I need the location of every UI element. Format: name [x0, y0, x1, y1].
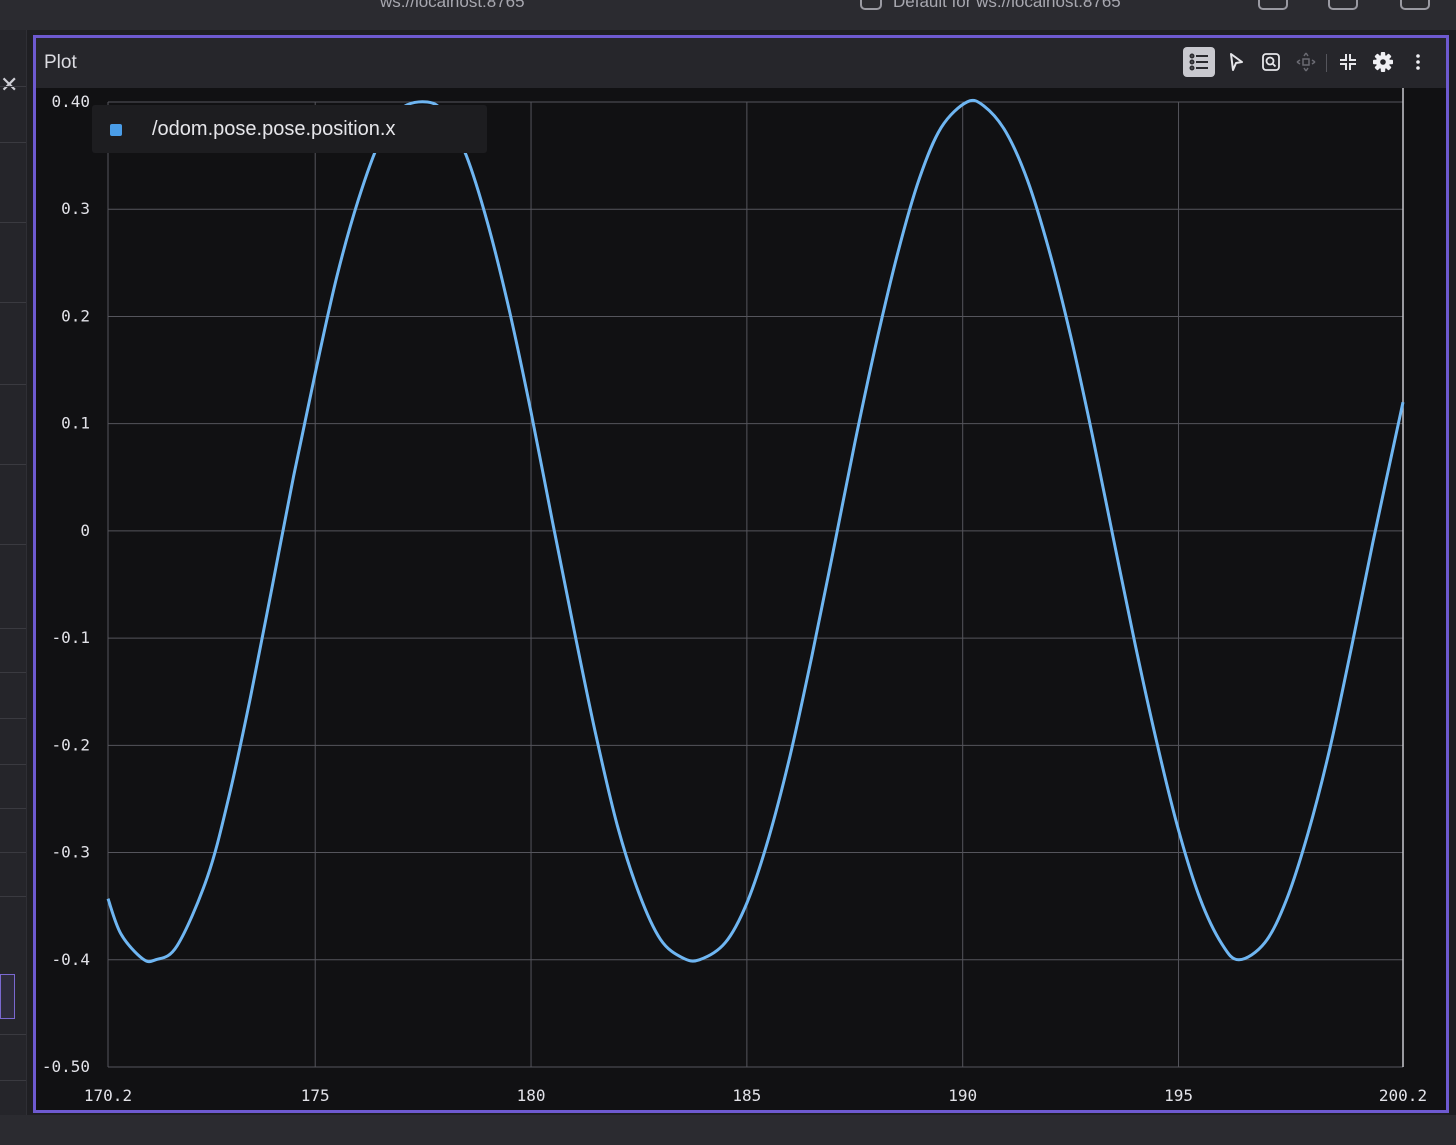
- plot-area[interactable]: 0.40 0.3 0.2 0.1 0 -0.1 -0.2 -0.3 -0.4 -0.50 170.2…: [36, 88, 1446, 1110]
- top-bar: ws://localhost:8765 Default for ws://loc…: [0, 0, 1456, 30]
- sidebar-divider: [0, 852, 26, 853]
- sidebar-divider: [0, 464, 26, 465]
- add-panel-icon[interactable]: [1258, 0, 1288, 10]
- sidebar-divider: [0, 222, 26, 223]
- panel-header: Plot: [36, 38, 1446, 88]
- y-tick-label: 0.3: [61, 199, 90, 218]
- connection-label[interactable]: ws://localhost:8765: [380, 0, 525, 12]
- sidebar-divider: [0, 718, 26, 719]
- y-tick-label: 0.2: [61, 306, 90, 325]
- y-tick-label: -0.3: [51, 843, 90, 862]
- move-icon: [1296, 52, 1316, 72]
- x-tick-label: 175: [301, 1086, 330, 1105]
- list-icon: [1189, 53, 1208, 71]
- more-options-button[interactable]: [1402, 47, 1434, 77]
- x-tick-label: 190: [948, 1086, 977, 1105]
- cursor-icon: [1230, 53, 1243, 71]
- sidebar-divider: [0, 544, 26, 545]
- x-tick-label: 200.2: [1379, 1086, 1427, 1105]
- y-tick-label: -0.50: [42, 1057, 90, 1076]
- collapse-icon: [1340, 54, 1356, 70]
- sidebar-divider: [0, 764, 26, 765]
- x-tick-label: 170.2: [84, 1086, 132, 1105]
- zoom-tool-button[interactable]: [1255, 47, 1287, 77]
- y-tick-label: 0.40: [51, 92, 90, 111]
- sidebar-selected-item[interactable]: [0, 974, 15, 1019]
- close-icon[interactable]: ✕: [0, 74, 18, 96]
- x-tick-label: 180: [517, 1086, 546, 1105]
- settings-button[interactable]: [1367, 47, 1399, 77]
- legend-label: /odom.pose.pose.position.x: [152, 118, 396, 140]
- sidebar-divider: [0, 1080, 26, 1081]
- y-tick-label: 0: [80, 521, 90, 540]
- collapse-button[interactable]: [1332, 47, 1364, 77]
- axis-ticks: 0.40 0.3 0.2 0.1 0 -0.1 -0.2 -0.3 -0.4 -0.50 170.2…: [42, 92, 1427, 1105]
- zoom-icon: [1262, 53, 1280, 71]
- panel-title: Plot: [44, 52, 77, 73]
- sidebar-divider: [0, 808, 26, 809]
- layout-icon: [860, 0, 882, 10]
- y-tick-label: -0.2: [51, 735, 90, 754]
- right-sidebar-toggle-icon[interactable]: [1400, 0, 1430, 10]
- sidebar-divider: [0, 384, 26, 385]
- toolbar-divider: [1326, 54, 1327, 72]
- legend-toggle-button[interactable]: [1183, 47, 1215, 77]
- sidebar-divider: [0, 1034, 26, 1035]
- kebab-icon: [1416, 54, 1420, 70]
- y-tick-label: -0.1: [51, 628, 90, 647]
- sidebar-divider: [0, 628, 26, 629]
- right-sidebar-edge: [1449, 30, 1456, 1115]
- sidebar-divider: [0, 896, 26, 897]
- legend[interactable]: /odom.pose.pose.position.x: [92, 105, 487, 153]
- sidebar-divider: [0, 86, 26, 87]
- plot-panel[interactable]: Plot 0.40 0.3 0.2 0.1 0 -0.1 -0.2 -0.3 -…: [33, 35, 1449, 1113]
- layout-selector[interactable]: Default for ws://localhost:8765: [893, 0, 1121, 12]
- y-tick-label: -0.4: [51, 950, 90, 969]
- bottom-bar: [0, 1115, 1456, 1145]
- sidebar-divider: [0, 302, 26, 303]
- left-sidebar: ✕: [0, 30, 27, 1115]
- y-tick-label: 0.1: [61, 414, 90, 433]
- pan-tool-button[interactable]: [1290, 47, 1322, 77]
- select-tool-button[interactable]: [1220, 47, 1252, 77]
- sidebar-divider: [0, 672, 26, 673]
- x-tick-label: 195: [1164, 1086, 1193, 1105]
- left-sidebar-toggle-icon[interactable]: [1328, 0, 1358, 10]
- x-tick-label: 185: [732, 1086, 761, 1105]
- legend-swatch: [110, 124, 122, 136]
- gear-icon: [1373, 52, 1393, 72]
- sidebar-divider: [0, 142, 26, 143]
